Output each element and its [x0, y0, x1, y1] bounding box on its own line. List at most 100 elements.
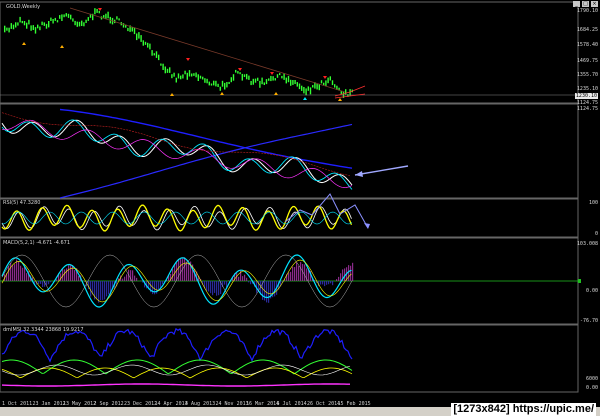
candle: [94, 8, 96, 15]
macd-histogram-bar: [352, 262, 354, 282]
macd-histogram-bar: [132, 270, 134, 282]
candle: [217, 83, 219, 87]
candle: [257, 77, 259, 81]
macd-histogram-bar: [84, 281, 86, 282]
macd-histogram-bar: [290, 271, 292, 282]
candle: [243, 74, 246, 77]
macd-histogram-bar: [348, 265, 350, 282]
macd-histogram-bar: [90, 281, 92, 297]
candle: [276, 74, 279, 78]
candle: [281, 75, 283, 79]
price-axis-label: 1355.70: [576, 72, 598, 78]
macd-histogram-bar: [296, 262, 298, 281]
macd-histogram-bar: [330, 281, 332, 284]
macd-histogram-bar: [228, 280, 230, 281]
macd-histogram-bar: [214, 281, 216, 293]
macd-histogram-bar: [188, 263, 190, 282]
dmi-pane: [0, 324, 579, 393]
candle: [96, 8, 98, 13]
candle: [173, 72, 175, 77]
macd-histogram-bar: [64, 269, 66, 281]
macd-histogram-bar: [246, 277, 248, 281]
candle: [59, 15, 61, 19]
macd-histogram-bar: [248, 281, 250, 283]
macd-histogram-bar: [126, 274, 128, 282]
candle: [149, 43, 151, 50]
candle: [177, 73, 180, 79]
macd-histogram-bar: [244, 274, 246, 281]
candle: [329, 76, 331, 81]
candle: [228, 81, 230, 84]
macd-histogram-bar: [56, 279, 58, 281]
macd-histogram-bar: [78, 276, 80, 282]
price-pane: [0, 1, 579, 104]
candle: [85, 19, 87, 23]
candle: [237, 71, 239, 74]
candle: [6, 27, 8, 31]
candle: [294, 80, 296, 84]
candle: [272, 76, 274, 81]
annotation-arrow-head: [355, 171, 363, 177]
macd-histogram-bar: [238, 276, 240, 281]
candle: [67, 13, 70, 18]
macd-histogram-bar: [60, 273, 62, 282]
candle: [195, 72, 197, 78]
maximize-button[interactable]: □: [582, 1, 589, 7]
candle: [23, 21, 26, 26]
candle: [279, 73, 281, 76]
macd-histogram-bar: [66, 268, 68, 281]
candle: [246, 73, 248, 80]
candle: [61, 14, 63, 21]
macd-histogram-bar: [324, 281, 326, 287]
sell-arrow-icon: [323, 76, 327, 79]
candle: [74, 20, 76, 26]
candle: [12, 24, 15, 30]
candle: [107, 11, 109, 19]
trading-chart: [0, 1, 581, 393]
close-button[interactable]: ×: [591, 1, 598, 7]
macd-histogram-bar: [206, 281, 208, 291]
candle: [160, 63, 162, 66]
candle: [164, 66, 166, 74]
channel-cyan-line: [1, 119, 353, 190]
candle: [199, 75, 202, 79]
candle: [261, 77, 263, 85]
macd-histogram-bar: [218, 281, 220, 296]
macd-histogram-bar: [210, 281, 212, 294]
candle: [4, 25, 6, 33]
candle: [56, 20, 59, 23]
window-controls: _ □ ×: [573, 1, 598, 7]
macd-histogram-bar: [304, 264, 306, 282]
candle: [204, 78, 206, 83]
candle: [210, 83, 213, 86]
candle: [298, 83, 301, 90]
macd-histogram-bar: [186, 261, 188, 282]
macd-histogram-bar: [50, 281, 52, 283]
candle: [219, 86, 221, 91]
macd-level-marker: [578, 279, 581, 283]
candle: [254, 78, 257, 83]
macd-histogram-bar: [298, 266, 300, 281]
macd-histogram: [4, 257, 354, 303]
candle: [188, 70, 191, 77]
candle: [144, 41, 147, 45]
macd-histogram-bar: [180, 258, 182, 281]
candle: [323, 82, 325, 86]
buy-arrow-icon: [170, 93, 174, 96]
macd-histogram-bar: [216, 281, 218, 296]
minimize-button[interactable]: _: [573, 1, 580, 7]
candle: [241, 73, 243, 81]
dmi-line-blue: [1, 327, 353, 363]
candle: [98, 10, 100, 14]
candle: [193, 73, 195, 76]
macd-histogram-bar: [46, 281, 48, 285]
candle: [252, 78, 254, 85]
macd-histogram-bar: [96, 281, 98, 300]
macd-histogram-bar: [224, 281, 226, 285]
candle: [283, 73, 285, 80]
price-axis-label: 1578.40: [576, 42, 598, 48]
buy-arrow-icon: [220, 92, 224, 95]
macd-histogram-bar: [24, 266, 26, 282]
candle: [263, 82, 265, 85]
candle: [81, 20, 83, 26]
